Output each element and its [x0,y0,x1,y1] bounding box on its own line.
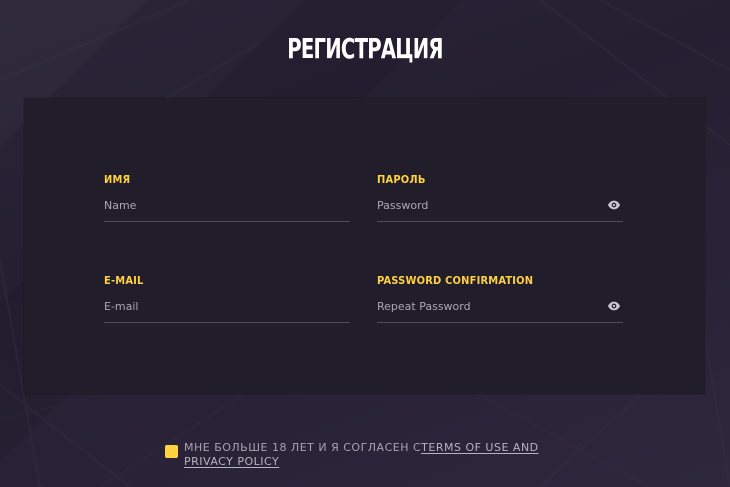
age-consent-label: МНЕ БОЛЬШЕ 18 ЛЕТ И Я СОГЛАСЕН С [184,441,422,454]
password-input-wrapper [377,196,647,222]
name-field-group: ИМЯ [104,173,374,222]
page-title: РЕГИСТРАЦИЯ [287,32,443,65]
name-input[interactable] [104,197,374,215]
email-input[interactable] [104,298,374,316]
name-label: ИМЯ [104,173,131,186]
email-label: E-MAIL [104,274,144,287]
password-confirmation-input-wrapper [377,297,647,323]
registration-form-panel: ИМЯ ПАРОЛЬ E-MAIL PASSWORD CONFIRMATION [24,98,705,394]
password-label: ПАРОЛЬ [377,173,426,186]
name-input-wrapper [104,196,374,222]
email-field-group: E-MAIL [104,274,374,323]
eye-icon[interactable] [607,198,621,212]
email-input-wrapper [104,297,374,323]
password-field-group: ПАРОЛЬ [377,173,647,222]
eye-icon[interactable] [607,299,621,313]
terms-consent: МНЕ БОЛЬШЕ 18 ЛЕТ И Я СОГЛАСЕН СTERMS OF… [165,441,565,469]
password-confirmation-field-group: PASSWORD CONFIRMATION [377,274,647,323]
consent-text: МНЕ БОЛЬШЕ 18 ЛЕТ И Я СОГЛАСЕН СTERMS OF… [184,441,540,469]
age-terms-checkbox[interactable] [165,445,178,458]
password-confirmation-label: PASSWORD CONFIRMATION [377,274,534,287]
